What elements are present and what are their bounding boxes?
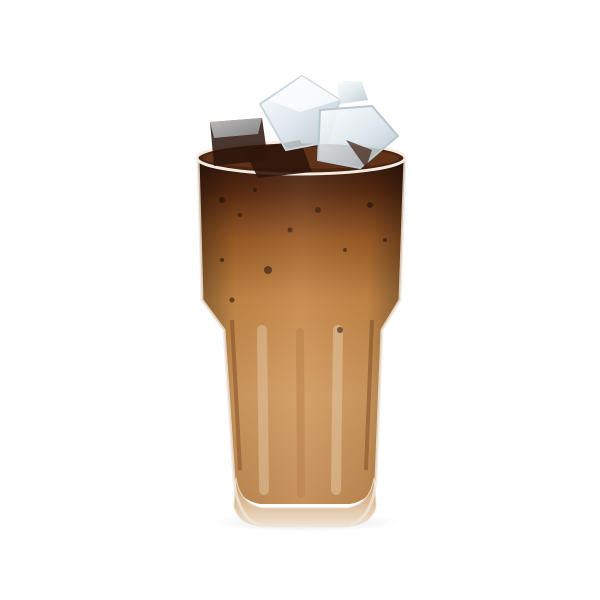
ice-cube: [336, 80, 368, 104]
iced-coffee-photo: [195, 74, 407, 532]
glass-shading: [198, 149, 405, 504]
